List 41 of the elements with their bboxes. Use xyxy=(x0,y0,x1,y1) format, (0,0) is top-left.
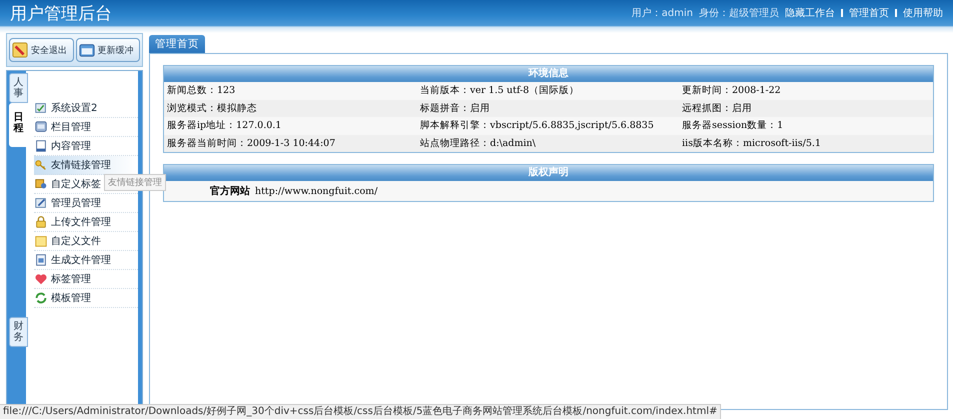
app-title: 用户管理后台 xyxy=(10,2,112,24)
side-tab[interactable]: 财务 xyxy=(9,317,28,347)
info-text: 当前版本：ver 1.5 utf-8（国际版） xyxy=(420,84,580,98)
section-header: 环境信息 xyxy=(164,66,933,82)
key-icon xyxy=(34,158,48,172)
info-text: 脚本解释引擎：vbscript/5.6.8835,jscript/5.6.8835 xyxy=(420,119,655,132)
toolbar-button[interactable]: 更新缓冲 xyxy=(76,38,140,62)
header-link[interactable]: 隐藏工作台 xyxy=(785,6,835,20)
info-text: 更新时间：2008-1-22 xyxy=(682,84,782,98)
side-tab[interactable]: 人事 xyxy=(9,73,28,103)
info-text: 站点物理路径：d:\admin\ xyxy=(420,136,537,150)
site-url: http://www.nongfuit.com/ xyxy=(255,186,378,196)
document-icon xyxy=(34,253,48,267)
edit-icon xyxy=(34,196,48,210)
section-header: 版权声明 xyxy=(164,165,933,181)
tooltip: 友情链接管理 xyxy=(104,174,166,191)
window-icon xyxy=(78,42,94,58)
pencil-icon xyxy=(12,42,28,58)
header-link[interactable]: 使用帮助 xyxy=(903,6,943,20)
page-tab[interactable]: 管理首页 xyxy=(149,35,205,53)
header-link[interactable]: 管理首页 xyxy=(849,6,889,20)
info-text: 新闻总数：123 xyxy=(167,84,236,98)
info-text: iis版本名称：microsoft-iis/5.1 xyxy=(682,136,822,150)
document-icon xyxy=(34,139,48,153)
user-label: 用户：admin xyxy=(632,6,693,20)
side-tab[interactable]: 日程 xyxy=(9,103,28,147)
info-text: 服务器当前时间：2009-1-3 10:44:07 xyxy=(167,136,336,150)
heart-icon xyxy=(34,272,48,286)
info-text: 服务器session数量：1 xyxy=(682,119,784,132)
refresh-icon xyxy=(34,291,48,305)
lock-icon xyxy=(34,215,48,229)
info-text: 服务器ip地址：127.0.0.1 xyxy=(167,119,282,132)
info-text: 浏览模式：模拟静态 xyxy=(167,102,258,115)
role-label: 身份：超级管理员 xyxy=(699,6,779,20)
site-label: 官方网站 xyxy=(210,184,250,198)
folder-icon xyxy=(34,234,48,248)
status-url: file:///C:/Users/Administrator/Downloads/好例子网_30个div+css后台模板/css后台模板/5蓝色电子商务网站管理系统后台模板/nongfuit.com/index.html# xyxy=(0,404,722,419)
info-text: 标题拼音：启用 xyxy=(420,102,491,115)
window-icon xyxy=(34,120,48,134)
info-text: 远程抓图：启用 xyxy=(682,102,753,115)
toolbar-button[interactable]: 安全退出 xyxy=(9,38,74,62)
